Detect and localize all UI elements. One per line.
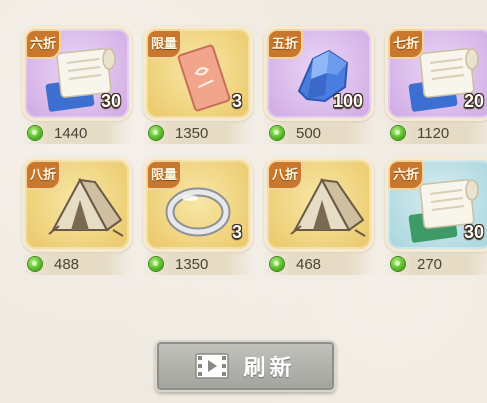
- item-card[interactable]: 八折: [22, 157, 132, 252]
- green-jade-coin-icon: [149, 126, 163, 140]
- shop-panel: 六折 30 1440 限量 3 1350 五折 100 500 七折 20 11…: [0, 0, 487, 403]
- item-quantity: 20: [463, 91, 484, 111]
- item-card[interactable]: 六折 30: [385, 157, 487, 252]
- green-jade-coin-icon: [149, 257, 163, 271]
- item-price: 468: [264, 253, 374, 275]
- price-value: 1120: [417, 124, 450, 142]
- item-card[interactable]: 五折 100: [264, 26, 374, 121]
- item-card[interactable]: 限量 3: [143, 157, 253, 252]
- limited-badge: 限量: [146, 160, 182, 190]
- price-value: 270: [417, 255, 443, 273]
- item-price: 1350: [143, 122, 253, 144]
- item-quantity: 30: [463, 222, 484, 242]
- shop-item-3[interactable]: 五折 100 500: [264, 26, 374, 144]
- price-value: 488: [54, 255, 80, 273]
- item-price: 1440: [22, 122, 132, 144]
- item-card[interactable]: 六折 30: [22, 26, 132, 121]
- item-price: 1120: [385, 122, 487, 144]
- price-value: 1350: [175, 255, 209, 273]
- shop-item-1[interactable]: 六折 30 1440: [22, 26, 132, 144]
- discount-badge: 六折: [25, 29, 61, 59]
- item-quantity: 100: [332, 91, 363, 111]
- price-value: 468: [296, 255, 322, 273]
- item-price: 1350: [143, 253, 253, 275]
- shop-item-7[interactable]: 八折 468: [264, 157, 374, 275]
- discount-badge: 五折: [267, 29, 303, 59]
- item-card[interactable]: 限量 3: [143, 26, 253, 121]
- item-quantity: 3: [231, 91, 242, 111]
- item-card[interactable]: 七折 20: [385, 26, 487, 121]
- price-value: 1350: [175, 124, 209, 142]
- discount-badge: 六折: [388, 160, 424, 190]
- shop-item-2[interactable]: 限量 3 1350: [143, 26, 253, 144]
- green-jade-coin-icon: [270, 126, 284, 140]
- price-value: 1440: [54, 124, 88, 142]
- green-jade-coin-icon: [391, 257, 405, 271]
- item-quantity: 3: [231, 222, 242, 242]
- price-value: 500: [296, 124, 322, 142]
- green-jade-coin-icon: [270, 257, 284, 271]
- shop-item-6[interactable]: 限量 3 1350: [143, 157, 253, 275]
- item-quantity: 30: [100, 91, 121, 111]
- item-price: 488: [22, 253, 132, 275]
- item-price: 500: [264, 122, 374, 144]
- discount-badge: 八折: [267, 160, 303, 190]
- item-card[interactable]: 八折: [264, 157, 374, 252]
- limited-badge: 限量: [146, 29, 182, 59]
- refresh-button[interactable]: 刷新: [155, 340, 336, 392]
- refresh-button-label: 刷新: [243, 356, 296, 381]
- item-price: 270: [385, 253, 487, 275]
- shop-item-8[interactable]: 六折 30 270: [385, 157, 487, 275]
- green-jade-coin-icon: [28, 126, 42, 140]
- shop-item-5[interactable]: 八折 488: [22, 157, 132, 275]
- discount-badge: 七折: [388, 29, 424, 59]
- green-jade-coin-icon: [28, 257, 42, 271]
- discount-badge: 八折: [25, 160, 61, 190]
- green-jade-coin-icon: [391, 126, 405, 140]
- shop-item-4[interactable]: 七折 20 1120: [385, 26, 487, 144]
- film-video-icon: [195, 353, 230, 379]
